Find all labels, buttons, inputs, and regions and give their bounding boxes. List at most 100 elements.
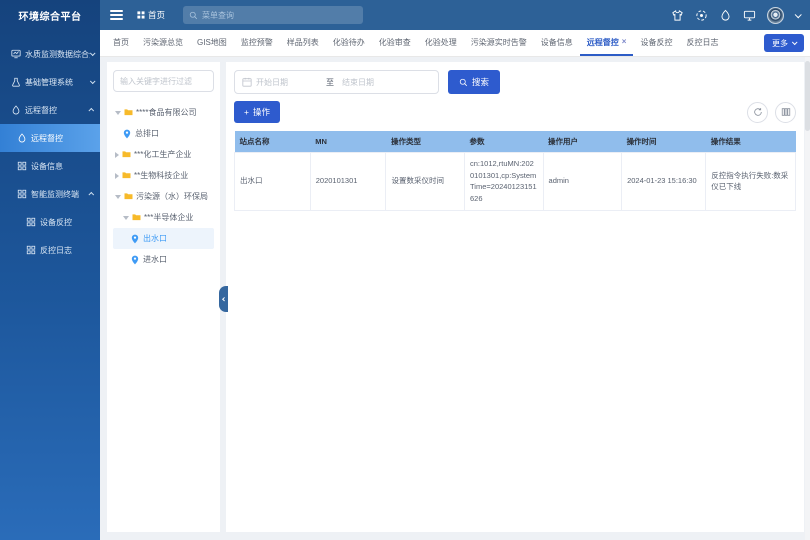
tree-node-company-chemical[interactable]: ***化工生产企业	[113, 144, 214, 165]
col-mn: MN	[310, 131, 386, 153]
theme-shirt-icon[interactable]	[671, 9, 684, 22]
tab-lab-todo[interactable]: 化验待办	[326, 30, 372, 56]
tree-node-inlet[interactable]: 进水口	[113, 249, 214, 270]
avatar[interactable]	[767, 7, 784, 24]
refresh-icon	[753, 107, 763, 117]
tree-collapse-handle[interactable]	[219, 286, 228, 312]
tab-reverse-control-log[interactable]: 反控日志	[679, 30, 725, 56]
tree-node-company-food[interactable]: ****食品有限公司	[113, 102, 214, 123]
tab-realtime-alarm[interactable]: 污染源实时告警	[464, 30, 534, 56]
col-op-user: 操作用户	[543, 131, 622, 153]
folder-icon	[124, 108, 133, 117]
tab-lab-process[interactable]: 化验处理	[418, 30, 464, 56]
tab-lab-review[interactable]: 化验审查	[372, 30, 418, 56]
tree-filter-input[interactable]	[113, 70, 214, 92]
tree-node-label: **生物科技企业	[134, 170, 188, 181]
tab-device-reverse-control[interactable]: 设备反控	[633, 30, 679, 56]
search-toolbar: 至 搜索	[234, 70, 796, 94]
tab-remote-control[interactable]: 远程督控 ×	[580, 30, 634, 56]
tree-node-company-semiconductor[interactable]: ***半导体企业	[113, 207, 214, 228]
tree-node-label: 污染源（水）环保局	[136, 191, 208, 202]
chevron-down-icon	[90, 50, 96, 56]
folder-icon	[122, 150, 131, 159]
site-tree-panel: ****食品有限公司 总排口 ***化工生产企业 **生物科技企业	[107, 62, 220, 532]
sidebar-item-water-analysis[interactable]: 水质监测数据综合分析	[0, 40, 100, 68]
column-settings-button[interactable]	[775, 102, 796, 123]
flame-icon[interactable]	[719, 9, 732, 22]
tab-home[interactable]: 首页	[106, 30, 136, 56]
chevron-left-icon	[222, 297, 226, 301]
chevron-down-icon	[792, 39, 798, 45]
tree-node-outlet[interactable]: 出水口	[113, 228, 214, 249]
more-tabs-button[interactable]: 更多	[764, 34, 804, 52]
cell-op-result: 反控指令执行失败:数采仪已下线	[706, 153, 796, 211]
scrollbar-thumb[interactable]	[805, 61, 810, 131]
tree-node-label: ****食品有限公司	[136, 107, 196, 118]
search-icon	[189, 11, 198, 20]
sidebar-item-label: 智能监测终端	[31, 189, 79, 200]
calendar-icon	[242, 77, 252, 87]
cell-op-type: 设置数采仪时间	[386, 153, 465, 211]
tree-node-label: ***半导体企业	[144, 212, 193, 223]
tree-node-main-outlet[interactable]: 总排口	[113, 123, 214, 144]
tab-gis-map[interactable]: GIS地图	[190, 30, 234, 56]
close-icon[interactable]: ×	[622, 38, 627, 46]
menu-search-input[interactable]	[202, 11, 357, 20]
sidebar-item-base-management[interactable]: 基础管理系统	[0, 68, 100, 96]
plus-icon: +	[244, 107, 249, 117]
tree-node-label: 出水口	[143, 233, 167, 244]
operate-button[interactable]: + 操作	[234, 101, 280, 123]
analysis-icon	[11, 49, 21, 59]
sidebar-item-device-info[interactable]: 设备信息	[0, 152, 100, 180]
sidebar-menu: 水质监测数据综合分析 基础管理系统 远程督控 远程督控	[0, 30, 100, 264]
tab-sample-list[interactable]: 样品列表	[280, 30, 326, 56]
header-actions	[671, 7, 800, 24]
tab-pollution-overview[interactable]: 污染源总览	[136, 30, 190, 56]
end-date-input[interactable]	[342, 78, 404, 87]
sidebar-item-device-reverse-control[interactable]: 设备反控	[0, 208, 100, 236]
chevron-up-icon	[88, 108, 94, 114]
tree-node-label: 进水口	[143, 254, 167, 265]
cell-site-name: 出水口	[235, 153, 311, 211]
search-button[interactable]: 搜索	[448, 70, 500, 94]
sidebar-item-remote-control[interactable]: 远程督控	[0, 96, 100, 124]
main-panel: 至 搜索 + 操作	[226, 62, 804, 532]
drop-icon	[11, 105, 21, 115]
folder-icon	[132, 213, 141, 222]
tab-device-info[interactable]: 设备信息	[534, 30, 580, 56]
cell-op-time: 2024-01-23 15:16:30	[622, 153, 706, 211]
start-date-input[interactable]	[256, 78, 318, 87]
table-row[interactable]: 出水口 2020101301 设置数采仪时间 cn:1012,rtuMN:202…	[235, 153, 796, 211]
caret-down-icon	[115, 195, 121, 199]
sidebar-item-reverse-control-log[interactable]: 反控日志	[0, 236, 100, 264]
caret-right-icon	[115, 152, 119, 158]
date-separator-label: 至	[322, 77, 338, 88]
top-header: 首页	[100, 0, 810, 30]
tab-monitor-warning[interactable]: 监控预警	[234, 30, 280, 56]
col-params: 参数	[465, 131, 544, 153]
sidebar-item-remote-control-sub[interactable]: 远程督控	[0, 124, 100, 152]
hamburger-icon[interactable]	[110, 10, 123, 20]
search-icon	[459, 78, 468, 87]
table-toolbar: + 操作	[234, 101, 796, 123]
tree-node-company-biotech[interactable]: **生物科技企业	[113, 165, 214, 186]
chevron-down-icon[interactable]	[795, 11, 802, 18]
menu-search-box	[183, 6, 363, 24]
tab-bar: 首页 污染源总览 GIS地图 监控预警 样品列表 化验待办 化验审查 化验处理 …	[100, 30, 810, 57]
tree-node-label: 总排口	[135, 128, 159, 139]
tree-node-epa-bureau[interactable]: 污染源（水）环保局	[113, 186, 214, 207]
breadcrumb[interactable]: 首页	[137, 9, 165, 21]
grid-icon	[17, 161, 27, 171]
caret-down-icon	[123, 216, 129, 220]
sidebar-item-label: 设备反控	[40, 217, 72, 228]
screenshot-icon[interactable]	[695, 9, 708, 22]
date-range-picker[interactable]: 至	[234, 70, 439, 94]
columns-icon	[781, 107, 791, 117]
monitor-icon[interactable]	[743, 9, 756, 22]
site-tree: ****食品有限公司 总排口 ***化工生产企业 **生物科技企业	[113, 102, 214, 270]
refresh-button[interactable]	[747, 102, 768, 123]
operation-log-table: 站点名称 MN 操作类型 参数 操作用户 操作时间 操作结果 出水口 20201…	[234, 131, 796, 211]
page-scrollbar[interactable]	[805, 57, 810, 540]
chevron-up-icon	[88, 192, 94, 198]
sidebar-item-smart-terminal[interactable]: 智能监测终端	[0, 180, 100, 208]
